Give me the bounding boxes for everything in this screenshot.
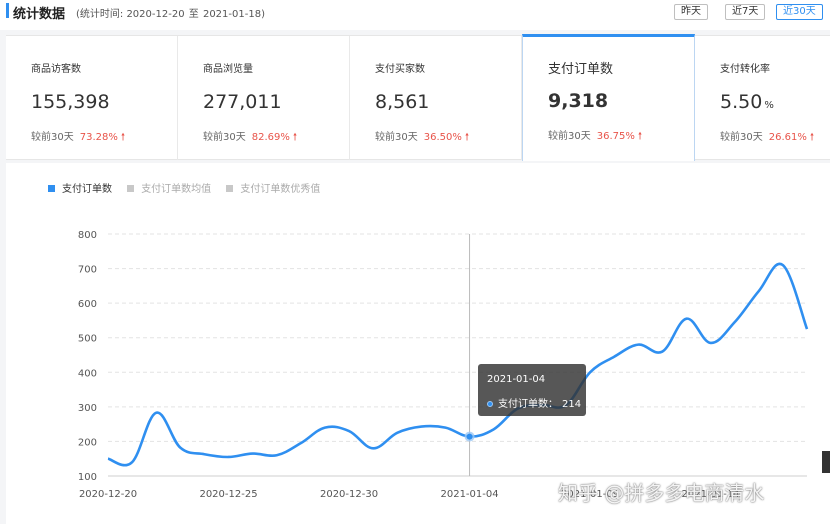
- highlight-point: [466, 433, 473, 440]
- tooltip-dot-icon: [487, 401, 493, 407]
- x-tick-label: 2021-01-04: [440, 489, 498, 500]
- x-tick-label: 2020-12-20: [79, 489, 137, 500]
- chart-tooltip: 2021-01-04 支付订单数： 214: [478, 364, 586, 416]
- edge-thumbnail: [822, 451, 830, 473]
- y-tick-label: 300: [78, 403, 97, 414]
- series-line-orders: [107, 262, 809, 467]
- tooltip-row: 支付订单数： 214: [487, 395, 581, 410]
- x-tick-label: 2020-12-30: [320, 489, 378, 500]
- orders-line-chart[interactable]: 100 200 300 400 500 600 700 800 2020-12-20 2020-1…: [0, 0, 830, 524]
- x-tick-label: 2020-12-25: [199, 489, 257, 500]
- y-tick-label: 800: [78, 230, 97, 241]
- y-tick-label: 400: [78, 368, 97, 379]
- y-tick-label: 700: [78, 265, 97, 276]
- y-tick-label: 100: [78, 472, 97, 483]
- y-tick-label: 600: [78, 299, 97, 310]
- watermark-text: 知乎 @拼多多电商清水: [558, 481, 765, 505]
- y-tick-label: 500: [78, 334, 97, 345]
- tooltip-date: 2021-01-04: [487, 374, 546, 385]
- y-tick-label: 200: [78, 437, 97, 448]
